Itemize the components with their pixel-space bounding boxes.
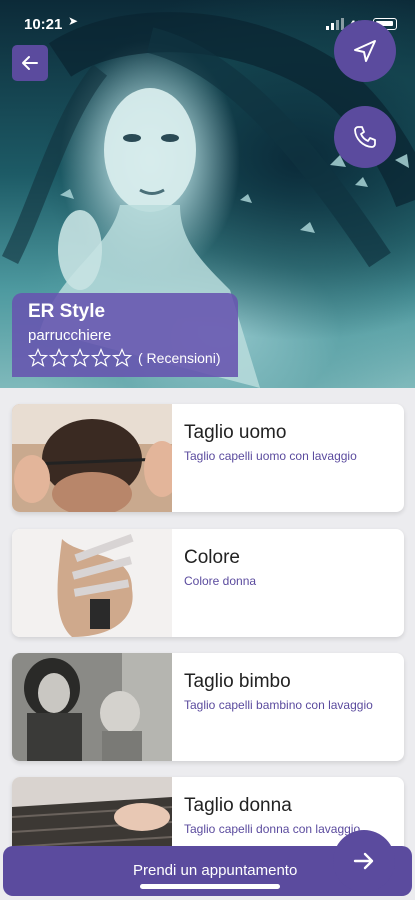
service-description: Taglio capelli uomo con lavaggio <box>184 449 357 463</box>
arrow-right-icon <box>353 852 374 870</box>
service-card[interactable]: Taglio bimbo Taglio capelli bambino con … <box>12 653 404 761</box>
service-description: Colore donna <box>184 574 257 588</box>
navigate-button[interactable] <box>334 20 396 82</box>
service-card[interactable]: Taglio uomo Taglio capelli uomo con lava… <box>12 404 404 512</box>
business-info-card: ER Style parrucchiere ( Recensioni) <box>12 293 238 377</box>
service-description: Taglio capelli donna con lavaggio <box>184 822 361 836</box>
star-outline-icon <box>70 348 90 367</box>
star-outline-icon <box>28 348 48 367</box>
rating-row[interactable]: ( Recensioni) <box>28 348 222 368</box>
phone-icon <box>354 126 376 148</box>
call-button[interactable] <box>334 106 396 168</box>
service-title: Colore <box>184 547 240 568</box>
book-appointment-label: Prendi un appuntamento <box>133 862 298 879</box>
rating-stars <box>28 348 132 368</box>
service-title: Taglio bimbo <box>184 671 291 692</box>
star-outline-icon <box>49 348 69 367</box>
service-title: Taglio uomo <box>184 422 287 443</box>
back-button[interactable] <box>12 45 48 81</box>
service-image <box>12 653 172 761</box>
signal-icon <box>326 18 344 30</box>
star-outline-icon <box>112 348 132 367</box>
arrow-left-icon <box>22 56 38 70</box>
location-arrow-icon: ➤ <box>68 14 79 28</box>
service-card[interactable]: Colore Colore donna <box>12 529 404 637</box>
service-description: Taglio capelli bambino con lavaggio <box>184 698 373 712</box>
service-title: Taglio donna <box>184 795 292 816</box>
service-image <box>12 404 172 512</box>
service-image <box>12 529 172 637</box>
status-time: 10:21 <box>24 16 63 33</box>
home-indicator <box>140 884 280 889</box>
reviews-link[interactable]: ( Recensioni) <box>138 350 220 366</box>
business-name: ER Style <box>28 301 106 322</box>
star-outline-icon <box>91 348 111 367</box>
business-category: parrucchiere <box>28 327 112 344</box>
next-fab-button[interactable] <box>333 830 395 892</box>
hero-banner: 10:21 ➤ 4G ER Style parrucchiere <box>0 0 415 388</box>
navigation-arrow-icon <box>354 40 376 62</box>
